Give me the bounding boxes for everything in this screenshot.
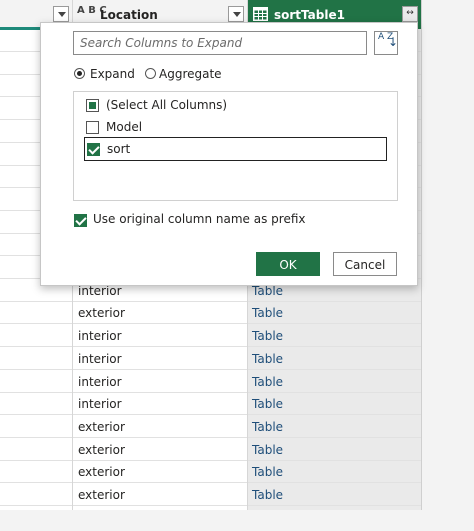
ok-button[interactable]: OK	[256, 252, 320, 276]
list-item-label: Model	[106, 120, 143, 134]
location-cell[interactable]: exterior	[78, 488, 125, 502]
column-list: (Select All Columns) Model sort	[73, 91, 398, 201]
location-cell[interactable]: interior	[78, 329, 122, 343]
column-header-label: sortTable1	[274, 8, 345, 22]
table-row	[0, 302, 72, 324]
column-header-label: Location	[100, 8, 158, 22]
table-value-cell[interactable]: Table	[252, 420, 283, 434]
location-cell[interactable]: interior	[78, 375, 122, 389]
location-cell[interactable]: interior	[78, 397, 122, 411]
cancel-button[interactable]: Cancel	[333, 252, 397, 276]
location-cell[interactable]: exterior	[78, 420, 125, 434]
location-cell[interactable]: exterior	[78, 443, 125, 457]
table-value-cell[interactable]: Table	[252, 488, 283, 502]
sort-checkbox[interactable]	[87, 143, 100, 156]
location-cell[interactable]: exterior	[78, 306, 125, 320]
sort-az-button[interactable]: A Z ↓	[374, 31, 398, 55]
expand-column-icon[interactable]: ↔	[402, 6, 418, 22]
table-value-cell[interactable]: Table	[252, 375, 283, 389]
table-value-cell[interactable]: Table	[252, 329, 283, 343]
sort-arrow-icon: ↓	[388, 35, 399, 49]
table-value-cell[interactable]: Table	[252, 397, 283, 411]
list-item-label: (Select All Columns)	[106, 98, 228, 112]
table-row	[0, 393, 72, 415]
table-value-cell[interactable]: Table	[252, 306, 283, 320]
table-value-cell[interactable]: Table	[252, 443, 283, 457]
location-cell[interactable]: interior	[78, 352, 122, 366]
expand-radio-label[interactable]: Expand	[90, 67, 135, 81]
location-filter-dropdown[interactable]	[228, 6, 244, 22]
list-item-label: sort	[107, 142, 131, 156]
select-all-checkbox[interactable]	[86, 99, 99, 112]
location-cell[interactable]: exterior	[78, 465, 125, 479]
prefix-label[interactable]: Use original column name as prefix	[93, 212, 305, 226]
table-row	[0, 325, 72, 347]
table-value-cell[interactable]: Table	[252, 352, 283, 366]
table-icon[interactable]	[253, 7, 268, 21]
list-item-model[interactable]: Model	[86, 118, 382, 138]
aggregate-radio-label[interactable]: Aggregate	[159, 67, 222, 81]
grid-right-background	[422, 0, 474, 531]
table-row	[0, 348, 72, 370]
expand-columns-popup: Search Columns to Expand A Z ↓ Expand Ag…	[40, 22, 418, 286]
expand-radio[interactable]	[74, 68, 85, 79]
table-row	[0, 439, 72, 461]
table-value-cell[interactable]: Table	[252, 465, 283, 479]
column-filter-dropdown[interactable]	[53, 6, 69, 22]
table-row	[0, 461, 72, 483]
status-bar-area	[0, 510, 474, 531]
table-row	[0, 416, 72, 438]
list-item-select-all[interactable]: (Select All Columns)	[86, 96, 382, 116]
table-row	[0, 484, 72, 506]
aggregate-radio[interactable]	[145, 68, 156, 79]
search-columns-input[interactable]: Search Columns to Expand	[73, 31, 367, 55]
table-row	[0, 371, 72, 393]
list-item-sort[interactable]: sort	[84, 137, 387, 161]
location-cell[interactable]: interior	[78, 284, 122, 298]
table-value-cell[interactable]: Table	[252, 284, 283, 298]
model-checkbox[interactable]	[86, 121, 99, 134]
prefix-checkbox[interactable]	[74, 214, 87, 227]
